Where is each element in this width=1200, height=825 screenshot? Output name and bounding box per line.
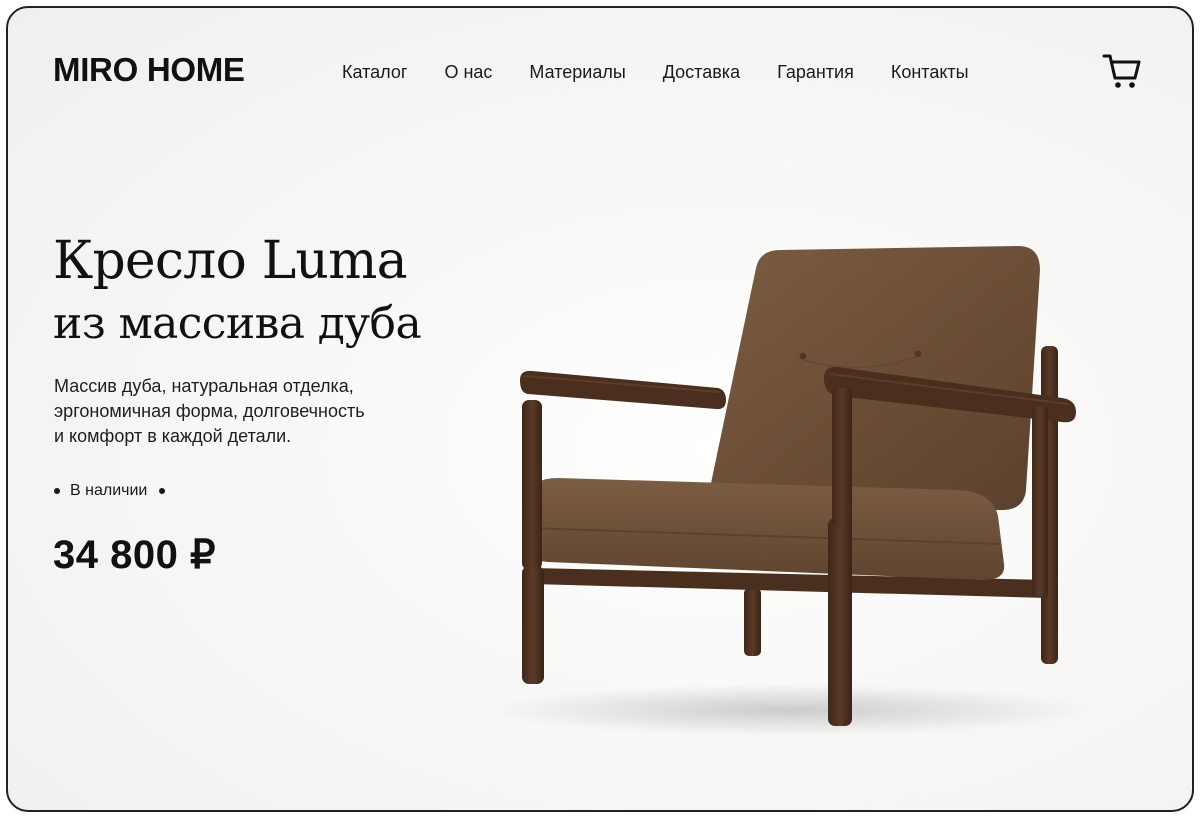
product-title: Кресло Luma	[53, 231, 408, 291]
page-frame: MIRO HOME Каталог О нас Материалы Достав…	[6, 6, 1194, 812]
shopping-cart-icon	[1102, 54, 1141, 88]
product-subtitle: из массива дуба	[53, 298, 422, 349]
product-description: Массив дуба, натуральная отделка, эргоно…	[54, 374, 434, 449]
main-nav: Каталог О нас Материалы Доставка Гаранти…	[342, 58, 969, 86]
brand-logo[interactable]: MIRO HOME	[53, 50, 245, 90]
armchair-image	[488, 246, 1088, 736]
description-line: и комфорт в каждой детали.	[54, 426, 292, 446]
nav-item-catalog[interactable]: Каталог	[342, 58, 407, 86]
nav-item-contacts[interactable]: Контакты	[891, 58, 969, 86]
nav-item-about[interactable]: О нас	[444, 58, 492, 86]
nav-item-delivery[interactable]: Доставка	[663, 58, 740, 86]
cart-button[interactable]	[1102, 52, 1142, 90]
nav-item-warranty[interactable]: Гарантия	[777, 58, 854, 86]
description-line: Массив дуба, натуральная отделка,	[54, 376, 354, 396]
description-line: эргономичная форма, долговечность	[54, 401, 365, 421]
availability-text: В наличии	[70, 482, 148, 499]
availability-badge: В наличии	[54, 480, 166, 502]
bullet-dot-icon	[159, 488, 166, 494]
nav-item-materials[interactable]: Материалы	[529, 58, 625, 86]
bullet-dot-icon	[54, 488, 60, 494]
product-price: 34 800 ₽	[53, 533, 216, 577]
